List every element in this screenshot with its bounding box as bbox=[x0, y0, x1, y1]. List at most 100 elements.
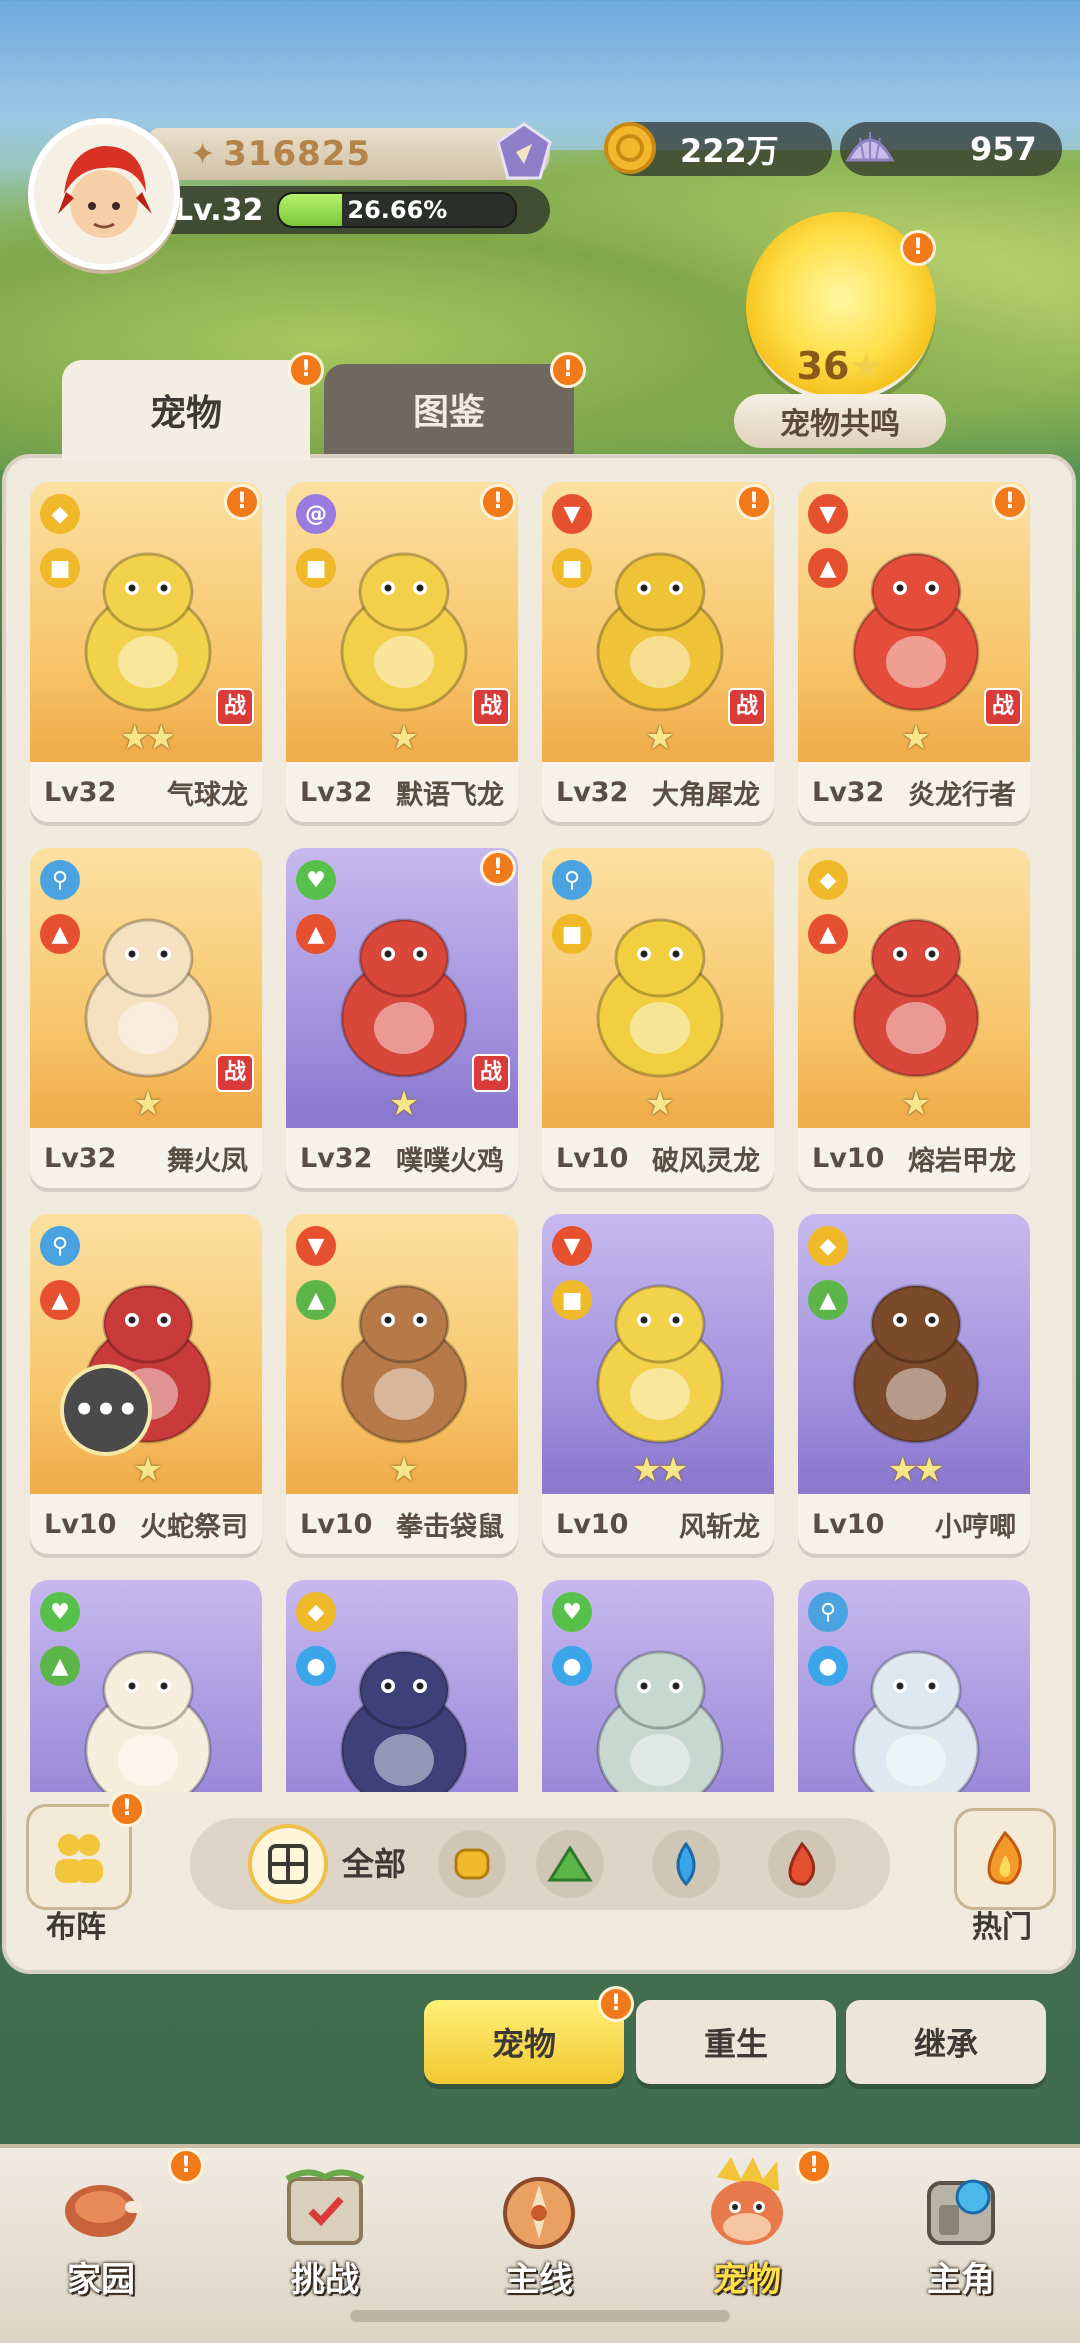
compass-medal-icon bbox=[489, 2154, 589, 2264]
hero-portrait-icon bbox=[58, 146, 152, 238]
player-avatar[interactable] bbox=[28, 118, 180, 270]
pet-info-bar: Lv10 小哼唧 bbox=[798, 1494, 1030, 1554]
pet-card[interactable]: ◆ ▲ ★★ Lv10 小哼唧 bbox=[798, 1214, 1030, 1554]
filter-all-button[interactable] bbox=[248, 1824, 328, 1904]
pet-resonance-button[interactable]: 36★ 宠物共鸣 ! bbox=[730, 212, 950, 450]
pet-name: 大角犀龙 bbox=[652, 779, 760, 811]
formation-label: 布阵 bbox=[46, 1910, 106, 1945]
pet-card[interactable]: ▼ ▲ ★ 战! Lv32 炎龙行者 bbox=[798, 482, 1030, 822]
pet-grid[interactable]: ◆ ■ ★★ 战! Lv32 气球龙 @ ■ ★ 战! Lv32 默语飞龙 ▼ ■ ★ 战! Lv32 大角犀龙 ▼… bbox=[30, 482, 1050, 1792]
level-bar: Lv.32 26.66% bbox=[150, 186, 550, 234]
star-rating: ★ bbox=[644, 1084, 675, 1124]
filter-earth-button[interactable] bbox=[536, 1830, 604, 1898]
axe-element-icon: ▼ bbox=[552, 494, 592, 534]
fist-icon bbox=[454, 1848, 490, 1880]
pet-card[interactable]: ▼ ■ ★★ Lv10 风斩龙 bbox=[542, 1214, 774, 1554]
earth-element-icon: ▲ bbox=[296, 1280, 336, 1320]
star-rating: ★★ bbox=[887, 1450, 945, 1490]
tab-pets[interactable]: 宠物 bbox=[62, 360, 310, 460]
pet-card[interactable]: ⚲ ■ ★ Lv10 破风灵龙 bbox=[542, 848, 774, 1188]
pet-card[interactable]: ◆ ■ ★★ 战! Lv32 气球龙 bbox=[30, 482, 262, 822]
pet-card[interactable]: ♥ ▲ bbox=[30, 1580, 262, 1792]
pet-name: 小哼唧 bbox=[935, 1511, 1016, 1543]
pet-card[interactable]: ⚲ ▲ ★ Lv10 火蛇祭司 bbox=[30, 1214, 262, 1554]
water-element-icon: ● bbox=[296, 1646, 336, 1686]
creature-icon bbox=[340, 918, 468, 1078]
water-element-icon: ● bbox=[552, 1646, 592, 1686]
pet-card[interactable]: ⚲ ▲ ★ 战 Lv32 舞火凤 bbox=[30, 848, 262, 1188]
hot-button[interactable] bbox=[954, 1808, 1056, 1910]
tab-pets-alert-badge: ! bbox=[288, 352, 324, 388]
flame-icon bbox=[987, 1830, 1022, 1885]
pet-card[interactable]: ◆ ● bbox=[286, 1580, 518, 1792]
axe-element-icon: ▼ bbox=[552, 1226, 592, 1266]
gold-currency[interactable]: 222万 bbox=[604, 122, 832, 176]
subtab-pets[interactable]: 宠物 bbox=[424, 2000, 624, 2084]
pet-card[interactable]: ◆ ▲ ★ Lv10 熔岩甲龙 bbox=[798, 848, 1030, 1188]
in-battle-badge: 战 bbox=[472, 1054, 510, 1092]
nav-main-label: 主线 bbox=[505, 2260, 573, 2300]
pet-info-bar: Lv10 熔岩甲龙 bbox=[798, 1128, 1030, 1188]
pet-card[interactable]: @ ■ ★ 战! Lv32 默语飞龙 bbox=[286, 482, 518, 822]
wings-icon: ✦ bbox=[190, 136, 216, 172]
pet-card[interactable]: ♥ ▲ ★ 战! Lv32 噗噗火鸡 bbox=[286, 848, 518, 1188]
pet-level: Lv32 bbox=[300, 1142, 373, 1174]
filter-water-button[interactable] bbox=[652, 1830, 720, 1898]
creature-icon bbox=[84, 1650, 212, 1792]
in-battle-badge: 战 bbox=[984, 688, 1022, 726]
pet-level: Lv10 bbox=[556, 1142, 629, 1174]
grid-icon bbox=[268, 1844, 308, 1884]
pet-info-bar: Lv10 火蛇祭司 bbox=[30, 1494, 262, 1554]
in-battle-badge: 战 bbox=[216, 688, 254, 726]
earth-element-icon: ▲ bbox=[808, 1280, 848, 1320]
fire-element-icon: ▲ bbox=[808, 548, 848, 588]
pet-panel: ◆ ■ ★★ 战! Lv32 气球龙 @ ■ ★ 战! Lv32 默语飞龙 ▼ ■ ★ 战! Lv32 大角犀龙 ▼… bbox=[2, 454, 1076, 1974]
filter-fist-button[interactable] bbox=[438, 1830, 506, 1898]
creature-icon bbox=[340, 552, 468, 712]
creature-icon bbox=[852, 1284, 980, 1444]
pet-card[interactable]: ⚲ ● bbox=[798, 1580, 1030, 1792]
fist-element-icon: ■ bbox=[296, 548, 336, 588]
key-element-icon: ⚲ bbox=[40, 860, 80, 900]
star-rating: ★ bbox=[900, 1084, 931, 1124]
nav-pets-label: 宠物 bbox=[713, 2260, 781, 2300]
pet-card[interactable]: ▼ ■ ★ 战! Lv32 大角犀龙 bbox=[542, 482, 774, 822]
pet-info-bar: Lv10 风斩龙 bbox=[542, 1494, 774, 1554]
dragon-head-icon bbox=[697, 2154, 797, 2264]
key-element-icon: ⚲ bbox=[808, 1592, 848, 1632]
spiral-element-icon: @ bbox=[296, 494, 336, 534]
fist-element-icon: ■ bbox=[552, 548, 592, 588]
pet-level: Lv10 bbox=[300, 1508, 373, 1540]
nav-challenge-label: 挑战 bbox=[291, 2260, 359, 2300]
alert-badge: ! bbox=[480, 484, 516, 520]
nav-hero[interactable]: 主角 bbox=[866, 2148, 1056, 2343]
resonance-label: 宠物共鸣 bbox=[734, 394, 946, 448]
creature-icon bbox=[852, 918, 980, 1078]
subtab-rebirth[interactable]: 重生 bbox=[636, 2000, 836, 2084]
scroll-board-icon bbox=[275, 2154, 375, 2264]
in-battle-badge: 战 bbox=[216, 1054, 254, 1092]
pet-level: Lv10 bbox=[812, 1142, 885, 1174]
heart-element-icon: ♥ bbox=[552, 1592, 592, 1632]
nav-home[interactable]: 家园 ! bbox=[6, 2148, 204, 2343]
pet-name: 火蛇祭司 bbox=[140, 1511, 248, 1543]
pet-name: 炎龙行者 bbox=[908, 779, 1016, 811]
combat-power: ✦ 316825 bbox=[150, 122, 552, 180]
pet-level: Lv10 bbox=[812, 1508, 885, 1540]
chat-bubble-button[interactable]: ••• bbox=[60, 1364, 152, 1456]
mountain-icon bbox=[547, 1845, 593, 1882]
pet-card[interactable]: ♥ ● bbox=[542, 1580, 774, 1792]
power-gem-icon[interactable] bbox=[492, 120, 556, 184]
fire-element-icon: ▲ bbox=[808, 914, 848, 954]
filter-fire-button[interactable] bbox=[768, 1830, 836, 1898]
pet-info-bar: Lv32 炎龙行者 bbox=[798, 762, 1030, 822]
pet-name: 默语飞龙 bbox=[396, 779, 504, 811]
tab-codex[interactable]: 图鉴 bbox=[324, 364, 574, 454]
formation-button[interactable]: ! bbox=[26, 1791, 145, 1910]
meat-icon bbox=[51, 2154, 151, 2264]
pet-name: 舞火凤 bbox=[167, 1145, 248, 1177]
gem-currency[interactable]: 957 bbox=[840, 122, 1062, 176]
alert-badge: ! bbox=[480, 850, 516, 886]
subtab-inherit[interactable]: 继承 bbox=[846, 2000, 1046, 2084]
pet-card[interactable]: ▼ ▲ ★ Lv10 拳击袋鼠 bbox=[286, 1214, 518, 1554]
